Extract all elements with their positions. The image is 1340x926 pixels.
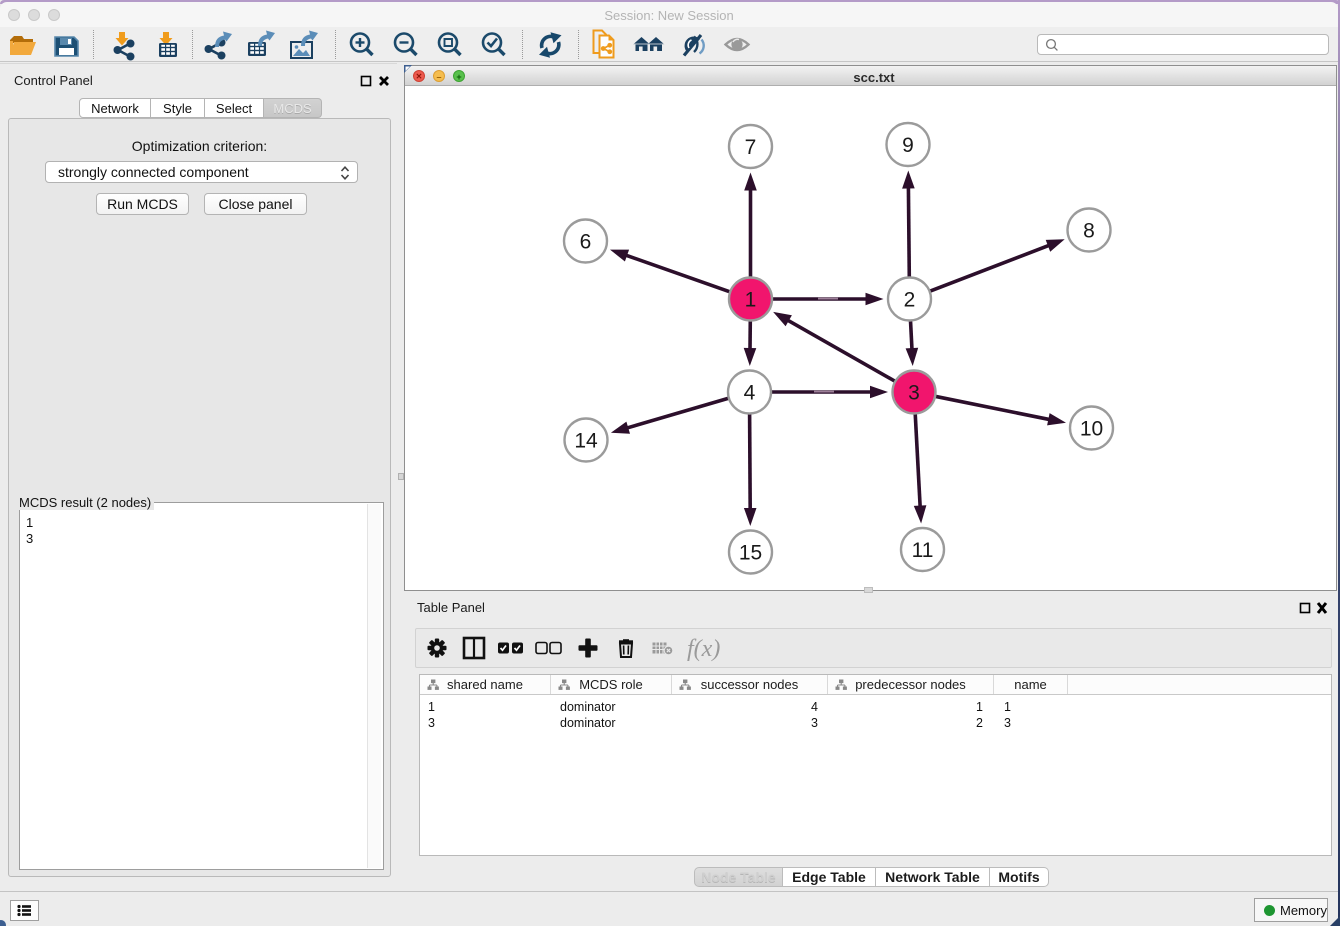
svg-text:2: 2 [904,289,916,312]
svg-text:14: 14 [574,430,598,453]
svg-text:6: 6 [580,231,592,254]
svg-text:9: 9 [902,134,914,157]
svg-text:7: 7 [745,136,757,159]
svg-text:11: 11 [912,539,934,562]
svg-text:1: 1 [745,289,757,312]
svg-text:10: 10 [1080,418,1103,441]
svg-text:f(x): f(x) [687,636,720,662]
svg-text:8: 8 [1083,220,1095,243]
svg-text:15: 15 [739,542,762,565]
svg-text:4: 4 [744,382,756,405]
svg-text:3: 3 [908,382,920,405]
